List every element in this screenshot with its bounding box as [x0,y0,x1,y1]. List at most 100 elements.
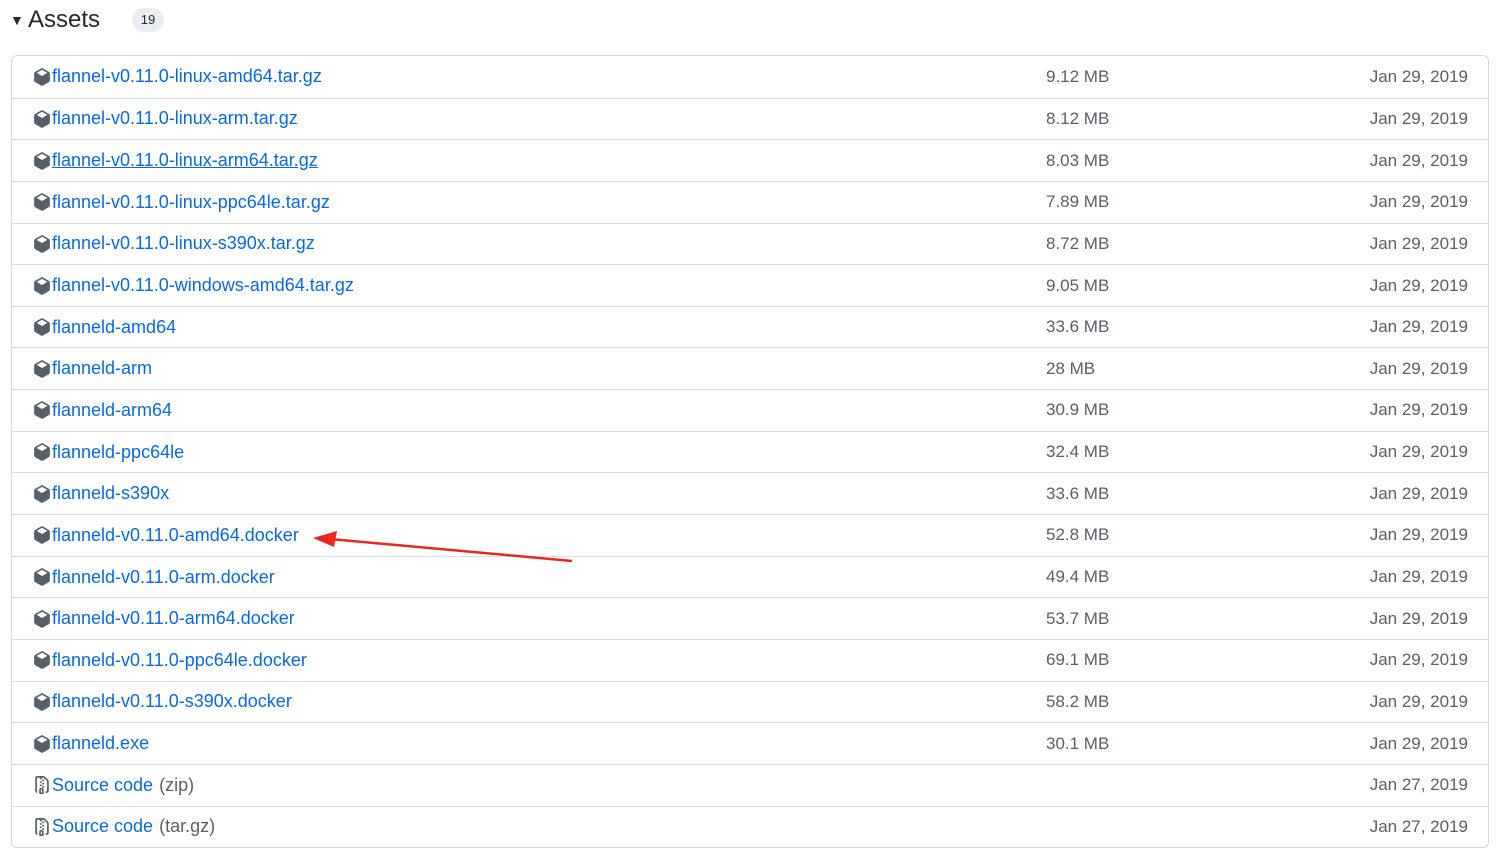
asset-row: flanneld-v0.11.0-arm64.docker 53.7 MB Jan … [12,597,1488,639]
package-icon [33,110,51,128]
asset-suffix: (zip) [159,774,195,795]
package-icon [33,235,51,253]
asset-date: Jan 27, 2019 [1369,775,1468,795]
package-icon [33,401,51,420]
asset-name: Source code [52,816,154,837]
asset-date: Jan 29, 2019 [1369,233,1468,253]
asset-link[interactable]: flanneld-arm [33,348,152,389]
asset-link[interactable]: flanneld-v0.11.0-s390x.docker [33,682,292,723]
package-icon [33,151,51,170]
asset-row: Source code (zip) Jan 27, 2019 [12,763,1488,806]
asset-date: Jan 29, 2019 [1369,608,1468,628]
asset-link[interactable]: flanneld-amd64 [33,307,176,348]
asset-size: 30.1 MB [1046,733,1110,753]
asset-link[interactable]: flannel-v0.11.0-linux-arm.tar.gz [33,99,298,140]
asset-row: flannel-v0.11.0-linux-ppc64le.tar.gz 7.89… [12,180,1488,223]
asset-row: flannel-v0.11.0-linux-amd64.tar.gz 9.12 M… [12,56,1488,98]
asset-size: 28 MB [1046,358,1096,378]
asset-date: Jan 29, 2019 [1369,650,1468,670]
asset-name: flanneld-arm64 [52,399,173,420]
asset-row: flanneld-arm64 30.9 MB Jan 29, 2019 [12,389,1488,431]
package-icon [33,359,51,378]
package-icon [33,443,51,461]
assets-list: flannel-v0.11.0-linux-amd64.tar.gz 9.12 M… [11,55,1489,849]
asset-size: 69.1 MB [1046,650,1110,670]
asset-date: Jan 29, 2019 [1369,567,1468,586]
assets-count-badge: 19 [132,8,165,32]
asset-row: flanneld-v0.11.0-ppc64le.docker 69.1 MB Ja… [12,638,1488,681]
asset-size: 32.4 MB [1046,442,1110,462]
asset-link[interactable]: flanneld-ppc64le [33,432,184,473]
asset-link[interactable]: flanneld.exe [33,723,149,764]
package-icon [33,526,51,545]
asset-date: Jan 29, 2019 [1369,66,1468,86]
asset-date: Jan 29, 2019 [1369,358,1468,378]
asset-date: Jan 29, 2019 [1369,483,1468,503]
asset-row: flanneld-v0.11.0-arm.docker 49.4 MB Jan 29… [12,555,1488,598]
asset-link[interactable]: flannel-v0.11.0-linux-ppc64le.tar.gz [33,182,330,223]
asset-name: flanneld.exe [52,733,150,754]
asset-link[interactable]: flannel-v0.11.0-windows-amd64.tar.gz [33,265,354,306]
asset-row: flannel-v0.11.0-linux-s390x.tar.gz 8.72 M… [12,222,1488,265]
asset-date: Jan 29, 2019 [1369,400,1468,420]
asset-name: flannel-v0.11.0-linux-ppc64le.tar.gz [52,191,330,212]
asset-link[interactable]: flannel-v0.11.0-linux-amd64.tar.gz [33,56,322,98]
asset-size: 33.6 MB [1046,317,1110,337]
asset-date: Jan 29, 2019 [1369,442,1468,462]
caret-down-icon[interactable]: ▼ [10,12,28,28]
asset-link[interactable]: flanneld-s390x [33,473,169,514]
asset-date: Jan 29, 2019 [1369,108,1468,128]
package-icon [33,484,51,503]
package-icon [33,276,51,295]
asset-size: 7.89 MB [1046,192,1110,212]
asset-row: flanneld-v0.11.0-s390x.docker 58.2 MB Jan … [12,680,1488,723]
asset-link[interactable]: Source code (tar.gz) [33,807,215,848]
asset-date: Jan 29, 2019 [1369,150,1468,170]
asset-link[interactable]: flanneld-v0.11.0-ppc64le.docker [33,640,307,681]
asset-size: 9.05 MB [1046,275,1110,295]
asset-name: flanneld-arm [52,358,153,379]
asset-date: Jan 29, 2019 [1369,317,1468,337]
asset-name: flanneld-v0.11.0-arm64.docker [52,608,295,629]
package-icon [33,734,51,753]
asset-name: flanneld-v0.11.0-arm.docker [52,566,275,587]
asset-size: 53.7 MB [1046,608,1110,628]
package-icon [33,651,51,670]
asset-link[interactable]: Source code (zip) [33,765,194,806]
asset-size: 33.6 MB [1046,483,1110,503]
asset-row: flanneld-s390x 33.6 MB Jan 29, 2019 [12,472,1488,514]
asset-row: flannel-v0.11.0-linux-arm64.tar.gz 8.03 M… [12,139,1488,181]
asset-link[interactable]: flanneld-arm64 [33,390,172,431]
asset-name: flannel-v0.11.0-linux-s390x.tar.gz [52,233,315,254]
asset-date: Jan 29, 2019 [1369,691,1468,711]
asset-suffix: (tar.gz) [159,816,216,837]
package-icon [33,609,51,628]
asset-name: flanneld-v0.11.0-ppc64le.docker [52,649,307,670]
asset-name: flanneld-ppc64le [52,441,185,462]
asset-date: Jan 27, 2019 [1369,816,1468,836]
asset-size: 8.03 MB [1046,150,1110,170]
assets-header[interactable]: ▼ Assets 19 [10,0,165,40]
asset-size: 8.72 MB [1046,233,1110,253]
asset-row: flanneld-arm 28 MB Jan 29, 2019 [12,347,1488,389]
asset-date: Jan 29, 2019 [1369,525,1468,545]
asset-row: flannel-v0.11.0-linux-arm.tar.gz 8.12 MB J… [12,97,1488,140]
asset-link[interactable]: flanneld-v0.11.0-arm.docker [33,557,275,598]
asset-link[interactable]: flannel-v0.11.0-linux-arm64.tar.gz [33,140,318,181]
asset-size: 9.12 MB [1046,66,1110,86]
asset-size: 52.8 MB [1046,525,1110,545]
asset-name: flannel-v0.11.0-linux-amd64.tar.gz [52,66,322,87]
asset-date: Jan 29, 2019 [1369,192,1468,212]
asset-name: flanneld-v0.11.0-amd64.docker [52,524,299,545]
file-zip-icon [33,817,51,836]
asset-name: flanneld-v0.11.0-s390x.docker [52,691,292,712]
asset-size: 49.4 MB [1046,567,1110,586]
asset-link[interactable]: flannel-v0.11.0-linux-s390x.tar.gz [33,224,315,265]
asset-name: flannel-v0.11.0-linux-arm.tar.gz [52,108,298,129]
asset-date: Jan 29, 2019 [1369,275,1468,295]
package-icon [33,193,51,212]
asset-link[interactable]: flanneld-v0.11.0-arm64.docker [33,598,295,639]
asset-link[interactable]: flanneld-v0.11.0-amd64.docker [33,515,299,556]
asset-row: flannel-v0.11.0-windows-amd64.tar.gz 9.05… [12,264,1488,306]
asset-name: flannel-v0.11.0-windows-amd64.tar.gz [52,275,354,296]
